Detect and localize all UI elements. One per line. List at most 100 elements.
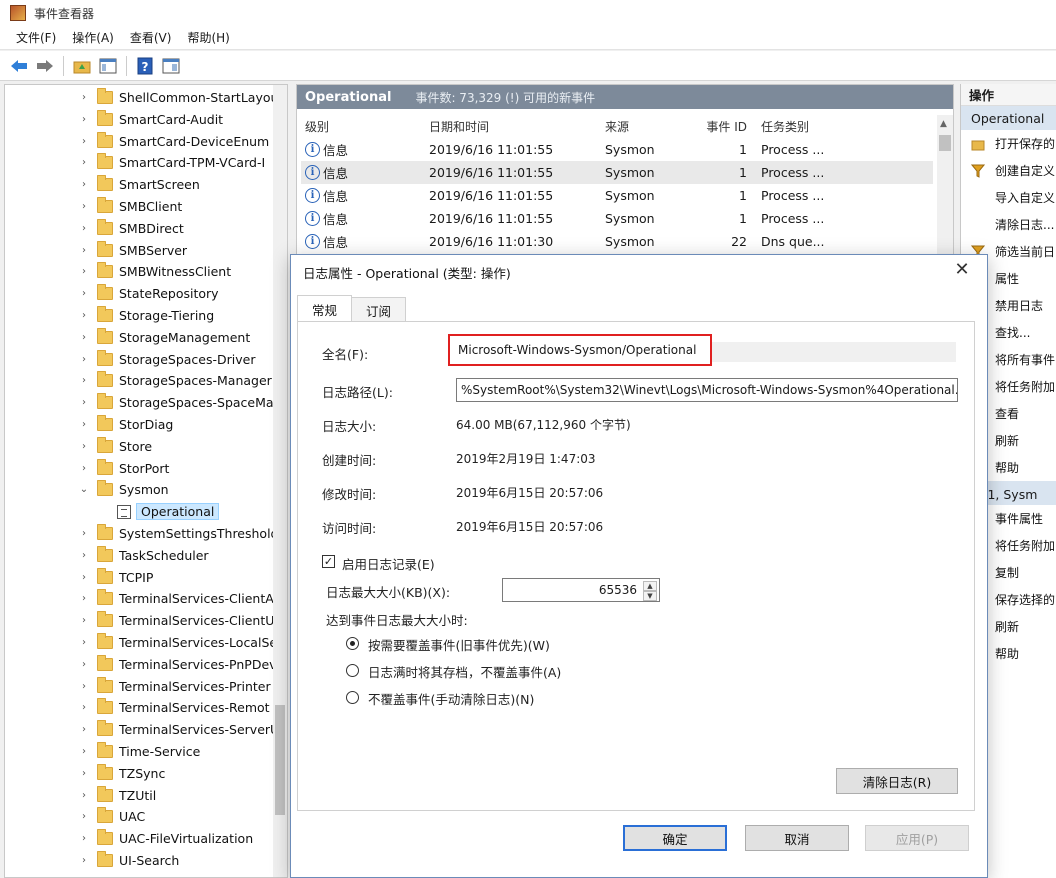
tree-item[interactable]: › StorageSpaces-SpaceMa xyxy=(5,392,274,413)
action-item[interactable]: 创建自定义 xyxy=(961,157,1056,184)
collapsed-chevron-icon[interactable]: › xyxy=(77,92,91,103)
collapsed-chevron-icon[interactable]: › xyxy=(77,550,91,561)
tree-item[interactable]: › TZUtil xyxy=(5,785,156,806)
collapsed-chevron-icon[interactable]: › xyxy=(77,659,91,670)
events-scrollbar[interactable]: ▲ xyxy=(937,115,953,261)
tree-item[interactable]: › UAC-FileVirtualization xyxy=(5,828,253,849)
tree-item[interactable]: › UAC xyxy=(5,806,145,827)
fullname-field[interactable]: Microsoft-Windows-Sysmon/Operational xyxy=(448,334,712,366)
stepper-down-icon[interactable]: ▼ xyxy=(643,591,657,601)
clear-log-button[interactable]: 清除日志(R) xyxy=(836,768,958,794)
ok-button[interactable]: 确定 xyxy=(623,825,727,851)
tree-item[interactable]: › TZSync xyxy=(5,763,165,784)
tree-item[interactable]: › SMBDirect xyxy=(5,218,184,239)
menu-help[interactable]: 帮助(H) xyxy=(179,29,237,46)
tab-subscriptions[interactable]: 订阅 xyxy=(351,297,407,323)
event-row[interactable]: i 信息 2019/6/16 11:01:55 Sysmon 1 Process ... xyxy=(301,161,933,184)
tree-item[interactable]: › StorPort xyxy=(5,458,169,479)
menu-file[interactable]: 文件(F) xyxy=(8,29,64,46)
back-arrow-icon[interactable] xyxy=(8,55,30,77)
collapsed-chevron-icon[interactable]: › xyxy=(77,615,91,626)
apply-button[interactable]: 应用(P) xyxy=(865,825,969,851)
collapsed-chevron-icon[interactable]: › xyxy=(77,593,91,604)
tab-general[interactable]: 常规 xyxy=(297,295,353,323)
tree-item[interactable]: › TerminalServices-LocalSe xyxy=(5,632,277,653)
tree-item[interactable]: › SystemSettingsThreshold xyxy=(5,523,279,544)
collapsed-chevron-icon[interactable]: › xyxy=(77,201,91,212)
collapsed-chevron-icon[interactable]: › xyxy=(77,223,91,234)
tree-item[interactable]: › SMBWitnessClient xyxy=(5,261,231,282)
event-row[interactable]: i 信息 2019/6/16 11:01:55 Sysmon 1 Process ... xyxy=(301,184,933,207)
collapsed-chevron-icon[interactable]: › xyxy=(77,266,91,277)
tree-item[interactable]: › SmartScreen xyxy=(5,174,200,195)
event-row[interactable]: i 信息 2019/6/16 11:01:55 Sysmon 1 Process ... xyxy=(301,138,933,161)
enable-logging-checkbox[interactable]: ✓ xyxy=(322,555,335,568)
tree-item[interactable]: › StorageSpaces-Manager xyxy=(5,370,272,391)
tree-item[interactable]: › ShellCommon-StartLayou xyxy=(5,87,278,108)
folder-up-icon[interactable] xyxy=(71,55,93,77)
collapsed-chevron-icon[interactable]: › xyxy=(77,114,91,125)
tree-scrollbar-thumb[interactable] xyxy=(275,705,285,815)
collapsed-chevron-icon[interactable]: › xyxy=(77,724,91,735)
column-header-task[interactable]: 任务类别 xyxy=(761,118,809,135)
column-header-level[interactable]: 级别 xyxy=(305,118,329,135)
console-tree-icon[interactable] xyxy=(97,55,119,77)
collapsed-chevron-icon[interactable]: › xyxy=(77,528,91,539)
event-row[interactable]: i 信息 2019/6/16 11:01:30 Sysmon 22 Dns que... xyxy=(301,230,933,253)
collapsed-chevron-icon[interactable]: › xyxy=(77,136,91,147)
tree-item[interactable]: › TaskScheduler xyxy=(5,545,209,566)
tree-item[interactable]: › StorageManagement xyxy=(5,327,250,348)
collapsed-chevron-icon[interactable]: › xyxy=(77,310,91,321)
collapsed-chevron-icon[interactable]: › xyxy=(77,637,91,648)
collapsed-chevron-icon[interactable]: › xyxy=(77,157,91,168)
show-pane-icon[interactable] xyxy=(160,55,182,77)
help-icon[interactable]: ? xyxy=(134,55,156,77)
collapsed-chevron-icon[interactable]: › xyxy=(77,572,91,583)
collapsed-chevron-icon[interactable]: › xyxy=(77,833,91,844)
overwrite-radio[interactable] xyxy=(346,637,359,650)
archive-radio[interactable] xyxy=(346,664,359,677)
tree-item[interactable]: › SMBServer xyxy=(5,240,187,261)
collapsed-chevron-icon[interactable]: › xyxy=(77,768,91,779)
tree-item[interactable]: › SmartCard-TPM-VCard-I xyxy=(5,152,265,173)
tree-item[interactable]: › SmartCard-Audit xyxy=(5,109,223,130)
menu-view[interactable]: 查看(V) xyxy=(122,29,180,46)
no-overwrite-radio[interactable] xyxy=(346,691,359,704)
collapsed-chevron-icon[interactable]: › xyxy=(77,746,91,757)
collapsed-chevron-icon[interactable]: › xyxy=(77,245,91,256)
tree-item-operational[interactable]: Operational xyxy=(5,501,220,522)
tree-item[interactable]: ⌄ Sysmon xyxy=(5,479,169,500)
menu-action[interactable]: 操作(A) xyxy=(64,29,122,46)
log-path-field[interactable]: %SystemRoot%\System32\Winevt\Logs\Micros… xyxy=(456,378,958,402)
collapsed-chevron-icon[interactable]: › xyxy=(77,375,91,386)
collapsed-chevron-icon[interactable]: › xyxy=(77,354,91,365)
collapsed-chevron-icon[interactable]: › xyxy=(77,419,91,430)
tree-item[interactable]: › StorDiag xyxy=(5,414,173,435)
tree-item[interactable]: › TerminalServices-ClientA xyxy=(5,588,274,609)
column-header-source[interactable]: 来源 xyxy=(605,118,629,135)
column-header-event-id[interactable]: 事件 ID xyxy=(677,118,747,135)
max-size-stepper[interactable]: 65536 ▲ ▼ xyxy=(502,578,660,602)
expanded-chevron-icon[interactable]: ⌄ xyxy=(77,484,91,495)
collapsed-chevron-icon[interactable]: › xyxy=(77,332,91,343)
action-item[interactable]: 打开保存的 xyxy=(961,130,1056,157)
tree-item[interactable]: › TerminalServices-ClientU xyxy=(5,610,274,631)
collapsed-chevron-icon[interactable]: › xyxy=(77,855,91,866)
tree-item[interactable]: › SmartCard-DeviceEnum xyxy=(5,131,269,152)
tree-item[interactable]: › SMBClient xyxy=(5,196,182,217)
stepper-up-icon[interactable]: ▲ xyxy=(643,581,657,591)
tree-item[interactable]: › TerminalServices-ServerU xyxy=(5,719,279,740)
forward-arrow-icon[interactable] xyxy=(34,55,56,77)
tree-item[interactable]: › StateRepository xyxy=(5,283,219,304)
action-item[interactable]: 清除日志... xyxy=(961,211,1056,238)
scroll-up-icon[interactable]: ▲ xyxy=(940,119,947,129)
tree-item[interactable]: › TCPIP xyxy=(5,567,153,588)
action-item[interactable]: 导入自定义 xyxy=(961,184,1056,211)
events-scrollbar-thumb[interactable] xyxy=(939,135,951,151)
tree-item[interactable]: › TerminalServices-Printer xyxy=(5,676,271,697)
tree-item[interactable]: › TerminalServices-PnPDev xyxy=(5,654,277,675)
tree-item[interactable]: › Time-Service xyxy=(5,741,200,762)
tree-scrollbar[interactable] xyxy=(273,85,287,877)
tree-item[interactable]: › Storage-Tiering xyxy=(5,305,214,326)
collapsed-chevron-icon[interactable]: › xyxy=(77,441,91,452)
